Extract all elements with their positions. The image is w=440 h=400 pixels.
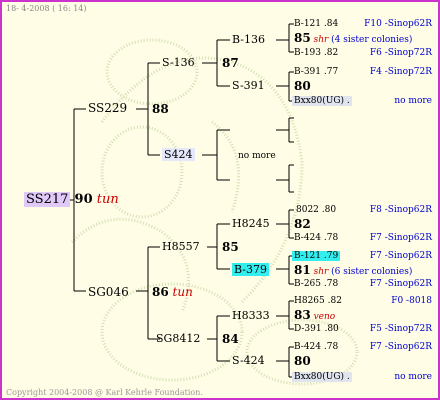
root-name[interactable]: SS217 [24, 192, 71, 207]
great-grandparent-4-label[interactable]: B-379 [232, 263, 269, 276]
grandparent-1-number: 87 [222, 56, 239, 70]
grandparent-3-name[interactable]: H8557 [162, 240, 200, 254]
leaf-5-number: 83 [294, 308, 311, 322]
pedigree-frame: 18- 4-2008 ( 16: 14) SS217 90 tun SS229 … [0, 0, 440, 400]
leaf-2-source2: no more [394, 96, 432, 106]
leaf-6-source2: no more [394, 372, 432, 382]
leaf-6-number: 80 [294, 354, 311, 368]
leaf-5-line1[interactable]: H8265 .82 [294, 294, 342, 308]
parent-2-number: 86 [152, 285, 169, 299]
generated-date: 18- 4-2008 ( 16: 14) [6, 4, 87, 13]
leaf-4-note: (6 sister colonies) [331, 267, 413, 277]
grandparent-4-number: 84 [222, 332, 239, 346]
root-tag: tun [96, 192, 119, 207]
grandparent-2-name[interactable]: S424 [162, 148, 195, 162]
root-node[interactable]: SS217 90 tun [24, 192, 119, 207]
leaf-1-line1[interactable]: B-121 .84 [294, 17, 338, 31]
leaf-2-line1[interactable]: B-391 .77 [294, 65, 338, 79]
leaf-4-source1: F7 -Sinop62R [369, 251, 432, 261]
leaf-3-source1: F8 -Sinop62R [369, 205, 432, 215]
grandparent-2-label[interactable]: S424 [162, 148, 195, 161]
grandparent-3-number: 85 [222, 240, 239, 254]
leaf-3-number: 82 [294, 217, 311, 231]
leaf-5-source2: F5 -Sinop72R [369, 324, 432, 334]
leaf-4-source2: F7 -Sinop62R [369, 279, 432, 289]
leaf-2-number: 80 [294, 79, 311, 93]
leaf-1-note: (4 sister colonies) [331, 35, 413, 45]
great-grandparent-5[interactable]: H8333 [232, 309, 270, 323]
parent-1-name[interactable]: SS229 [88, 101, 127, 115]
great-grandparent-3[interactable]: H8245 [232, 217, 270, 231]
leaf-2-source1: F4 -Sinop72R [369, 67, 432, 77]
leaf-5-source1: F0 -8018 [391, 296, 432, 306]
grandparent-2-more: no more [238, 151, 276, 161]
leaf-4-line1-label[interactable]: B-121 .79 [292, 251, 341, 261]
leaf-6-line1[interactable]: B-424 .78 [294, 340, 338, 354]
leaf-5-tag: veno [313, 312, 336, 322]
leaf-1-number: 85 [294, 31, 311, 45]
leaf-3-line2[interactable]: B-424 .78 [294, 231, 338, 245]
parent-2-name[interactable]: SG046 [88, 285, 129, 299]
grandparent-4-name[interactable]: SG8412 [156, 332, 200, 346]
leaf-3-line1[interactable]: 8022 .80 [296, 203, 336, 217]
leaf-4-line1[interactable]: B-121 .79 [292, 249, 341, 263]
parent-1-number: 88 [152, 102, 169, 116]
leaf-3-source2: F7 -Sinop62R [369, 233, 432, 243]
leaf-1-source2: F6 -Sinop72R [369, 48, 432, 58]
leaf-4-tag: shr [313, 267, 329, 277]
leaf-1-line2[interactable]: B-193 .82 [294, 46, 338, 60]
root-number: 90 [74, 192, 93, 207]
great-grandparent-6[interactable]: S-424 [232, 354, 265, 368]
leaf-4-number: 81 [294, 263, 311, 277]
leaf-5-line2[interactable]: D-391 .80 [294, 322, 339, 336]
great-grandparent-2[interactable]: S-391 [232, 79, 265, 93]
great-grandparent-4[interactable]: B-379 [232, 263, 269, 277]
parent-2-tag: tun [172, 285, 193, 299]
copyright-footer: Copyright 2004-2008 @ Karl Kehrle Founda… [6, 388, 203, 397]
leaf-1-source1: F10 -Sinop62R [364, 19, 432, 29]
grandparent-1-name[interactable]: S-136 [162, 56, 195, 70]
leaf-1-info: 85 shr (4 sister colonies) [294, 31, 412, 47]
leaf-1-tag: shr [313, 35, 329, 45]
leaf-6-source1: F7 -Sinop62R [369, 342, 432, 352]
parent-2-node: 86 tun [152, 285, 193, 299]
great-grandparent-1[interactable]: B-136 [232, 33, 265, 47]
leaf-4-line2[interactable]: B-265 .78 [294, 277, 338, 291]
